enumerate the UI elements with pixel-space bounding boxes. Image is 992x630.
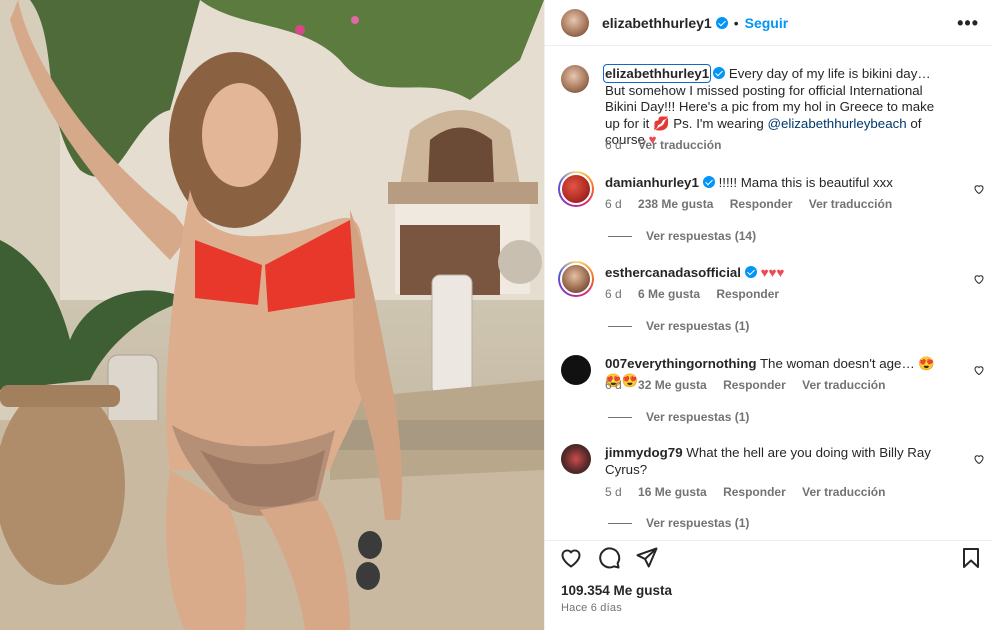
commenter-username[interactable]: damianhurley1 xyxy=(605,175,699,190)
post-actions xyxy=(559,546,659,570)
comment-meta: 5 d 16 Me gusta Responder Ver traducción xyxy=(605,485,898,499)
comment-likes[interactable]: 32 Me gusta xyxy=(638,378,707,392)
commenter-avatar xyxy=(560,263,592,295)
comment-likes[interactable]: 6 Me gusta xyxy=(638,287,700,301)
reply-button[interactable]: Responder xyxy=(723,378,786,392)
caption-time[interactable]: 6 d xyxy=(605,138,622,152)
comment-like-heart-icon[interactable] xyxy=(973,364,985,376)
replies-line xyxy=(608,235,632,237)
comment-like-heart-icon[interactable] xyxy=(973,183,985,195)
post-header: elizabethhurley1 • Seguir ••• xyxy=(545,0,992,46)
comment-meta: 6 d 6 Me gusta Responder xyxy=(605,287,792,301)
commenter-avatar[interactable] xyxy=(561,355,591,385)
post-age: Hace 6 días xyxy=(561,602,622,614)
comment-text: jimmydog79 What the hell are you doing w… xyxy=(605,445,950,478)
caption-username[interactable]: elizabethhurley1 xyxy=(602,64,712,83)
view-replies-label: Ver respuestas (1) xyxy=(646,516,750,530)
view-replies-label: Ver respuestas (1) xyxy=(646,319,750,333)
commenter-avatar xyxy=(560,173,592,205)
view-replies-button[interactable]: Ver respuestas (1) xyxy=(608,410,749,424)
view-replies-button[interactable]: Ver respuestas (1) xyxy=(608,319,749,333)
comment-meta: 6 d 238 Me gusta Responder Ver traducció… xyxy=(605,197,905,211)
caption-text: elizabethhurley1 Every day of my life is… xyxy=(602,64,950,149)
comment-icon[interactable] xyxy=(597,546,621,570)
heart-icon[interactable] xyxy=(559,546,583,570)
comment-meta: 6 d 32 Me gusta Responder Ver traducción xyxy=(605,378,898,392)
view-replies-label: Ver respuestas (14) xyxy=(646,229,757,243)
comment-time[interactable]: 6 d xyxy=(605,378,622,392)
commenter-username[interactable]: jimmydog79 xyxy=(605,445,683,460)
reply-button[interactable]: Responder xyxy=(716,287,779,301)
comment-text: esthercanadasofficial ♥♥♥ xyxy=(605,265,950,282)
view-replies-button[interactable]: Ver respuestas (1) xyxy=(608,516,749,530)
story-ring[interactable] xyxy=(558,171,594,207)
comment-like-heart-icon[interactable] xyxy=(973,273,985,285)
comment-time[interactable]: 6 d xyxy=(605,287,622,301)
comment-time[interactable]: 6 d xyxy=(605,197,622,211)
author-username[interactable]: elizabethhurley1 xyxy=(602,15,712,31)
comment-text: damianhurley1 !!!!! Mama this is beautif… xyxy=(605,175,950,192)
translate-link[interactable]: Ver traducción xyxy=(802,485,885,499)
save-button[interactable] xyxy=(959,546,983,570)
verified-badge-icon xyxy=(713,67,726,79)
story-ring[interactable] xyxy=(558,261,594,297)
comment-likes[interactable]: 16 Me gusta xyxy=(638,485,707,499)
post-photo[interactable] xyxy=(0,0,544,630)
replies-line xyxy=(608,416,632,418)
reply-button[interactable]: Responder xyxy=(723,485,786,499)
author-avatar[interactable] xyxy=(561,65,589,93)
author-avatar[interactable] xyxy=(561,8,589,37)
comment-likes[interactable]: 238 Me gusta xyxy=(638,197,713,211)
commenter-username[interactable]: 007everythingornothing xyxy=(605,356,756,371)
bookmark-icon xyxy=(963,548,979,568)
replies-line xyxy=(608,522,632,524)
view-replies-label: Ver respuestas (1) xyxy=(646,410,750,424)
verified-badge-icon xyxy=(744,266,757,278)
translate-link[interactable]: Ver traducción xyxy=(809,197,892,211)
verified-badge-icon xyxy=(715,16,728,29)
comment-body: !!!!! Mama this is beautiful xxx xyxy=(718,175,893,190)
separator-dot: • xyxy=(733,14,739,31)
share-icon[interactable] xyxy=(635,546,659,570)
reply-button[interactable]: Responder xyxy=(730,197,793,211)
comment-like-heart-icon[interactable] xyxy=(973,453,985,465)
caption-meta: 6 d Ver traducción xyxy=(605,138,734,152)
caption-translate-link[interactable]: Ver traducción xyxy=(638,138,721,152)
comment-time[interactable]: 5 d xyxy=(605,485,622,499)
replies-line xyxy=(608,325,632,327)
post-footer: 109.354 Me gusta Hace 6 días xyxy=(545,540,992,630)
post-photo-illustration xyxy=(0,0,544,630)
post-side-panel: elizabethhurley1 • Seguir ••• elizabethh… xyxy=(544,0,992,630)
commenter-avatar[interactable] xyxy=(561,444,591,474)
view-replies-button[interactable]: Ver respuestas (14) xyxy=(608,229,756,243)
more-options-icon[interactable]: ••• xyxy=(957,13,979,34)
follow-button[interactable]: Seguir xyxy=(745,15,789,31)
likes-count[interactable]: 109.354 Me gusta xyxy=(561,583,672,598)
caption-mention-link[interactable]: @elizabethhurleybeach xyxy=(767,116,906,131)
verified-badge-icon xyxy=(702,176,715,188)
comment-body: ♥♥♥ xyxy=(760,265,785,280)
comments-scroll-area[interactable]: elizabethhurley1 Every day of my life is… xyxy=(545,47,992,540)
translate-link[interactable]: Ver traducción xyxy=(802,378,885,392)
commenter-username[interactable]: esthercanadasofficial xyxy=(605,265,741,280)
